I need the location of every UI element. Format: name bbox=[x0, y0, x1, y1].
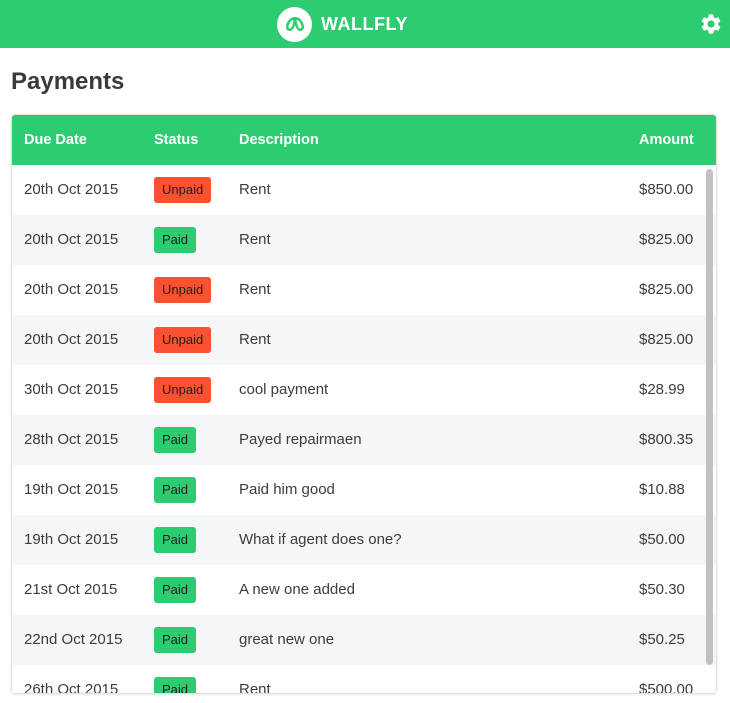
amount-cell: $50.30 bbox=[639, 581, 685, 598]
table-row[interactable]: 20th Oct 2015 Paid Rent $825.00 bbox=[12, 215, 716, 265]
due-date-cell: 28th Oct 2015 bbox=[24, 431, 119, 448]
due-date-cell: 26th Oct 2015 bbox=[24, 681, 119, 694]
table-row[interactable]: 30th Oct 2015 Unpaid cool payment $28.99 bbox=[12, 365, 716, 415]
brand-name: WALLFLY bbox=[321, 13, 408, 34]
amount-cell: $28.99 bbox=[639, 381, 685, 398]
due-date-cell: 19th Oct 2015 bbox=[24, 481, 119, 498]
wallfly-logo-icon bbox=[277, 6, 312, 42]
table-row[interactable]: 28th Oct 2015 Paid Payed repairmaen $800.35 bbox=[12, 415, 716, 465]
table-row[interactable]: 19th Oct 2015 Paid Paid him good $10.88 bbox=[12, 465, 716, 515]
amount-cell: $50.25 bbox=[639, 631, 685, 648]
amount-cell: $850.00 bbox=[639, 181, 694, 198]
table-row[interactable]: 22nd Oct 2015 Paid great new one $50.25 bbox=[12, 615, 716, 665]
amount-cell: $825.00 bbox=[639, 231, 694, 248]
description-cell: Rent bbox=[239, 181, 271, 198]
amount-cell: $50.00 bbox=[639, 531, 685, 548]
description-cell: What if agent does one? bbox=[239, 531, 402, 548]
status-badge: Unpaid bbox=[154, 377, 212, 403]
due-date-cell: 30th Oct 2015 bbox=[24, 381, 119, 398]
description-cell: Payed repairmaen bbox=[239, 431, 362, 448]
description-cell: Rent bbox=[239, 281, 271, 298]
description-cell: Paid him good bbox=[239, 481, 335, 498]
due-date-cell: 21st Oct 2015 bbox=[24, 581, 118, 598]
header-due-date[interactable]: Due Date bbox=[24, 132, 87, 148]
description-cell: Rent bbox=[239, 331, 271, 348]
table-header: Due Date Status Description Amount bbox=[12, 115, 716, 165]
header-status[interactable]: Status bbox=[154, 132, 198, 148]
page-title: Payments bbox=[11, 68, 125, 95]
description-cell: Rent bbox=[239, 231, 271, 248]
table-body: 20th Oct 2015 Unpaid Rent $850.00 20th Oct 2… bbox=[12, 165, 716, 694]
due-date-cell: 20th Oct 2015 bbox=[24, 181, 119, 198]
top-bar: WALLFLY bbox=[0, 0, 730, 48]
status-badge: Paid bbox=[154, 477, 197, 503]
vertical-scrollbar[interactable] bbox=[706, 169, 713, 665]
payments-table: Due Date Status Description Amount 20th … bbox=[11, 114, 717, 694]
amount-cell: $10.88 bbox=[639, 481, 685, 498]
status-badge: Unpaid bbox=[154, 327, 212, 353]
description-cell: A new one added bbox=[239, 581, 355, 598]
table-row[interactable]: 26th Oct 2015 Paid Rent $500.00 bbox=[12, 665, 716, 694]
header-description[interactable]: Description bbox=[239, 132, 319, 148]
status-badge: Paid bbox=[154, 227, 197, 253]
description-cell: cool payment bbox=[239, 381, 329, 398]
amount-cell: $825.00 bbox=[639, 281, 694, 298]
settings-gear-icon[interactable] bbox=[699, 12, 723, 36]
due-date-cell: 20th Oct 2015 bbox=[24, 331, 119, 348]
amount-cell: $800.35 bbox=[639, 431, 694, 448]
table-row[interactable]: 20th Oct 2015 Unpaid Rent $825.00 bbox=[12, 315, 716, 365]
due-date-cell: 20th Oct 2015 bbox=[24, 231, 119, 248]
status-badge: Unpaid bbox=[154, 177, 212, 203]
status-badge: Unpaid bbox=[154, 277, 212, 303]
table-row[interactable]: 20th Oct 2015 Unpaid Rent $850.00 bbox=[12, 165, 716, 215]
brand[interactable]: WALLFLY bbox=[277, 6, 408, 42]
status-badge: Paid bbox=[154, 427, 197, 453]
header-amount[interactable]: Amount bbox=[639, 132, 694, 148]
due-date-cell: 22nd Oct 2015 bbox=[24, 631, 123, 648]
status-badge: Paid bbox=[154, 677, 197, 693]
amount-cell: $500.00 bbox=[639, 681, 694, 694]
due-date-cell: 19th Oct 2015 bbox=[24, 531, 119, 548]
status-badge: Paid bbox=[154, 627, 197, 653]
status-badge: Paid bbox=[154, 527, 197, 553]
description-cell: Rent bbox=[239, 681, 271, 694]
table-row[interactable]: 21st Oct 2015 Paid A new one added $50.30 bbox=[12, 565, 716, 615]
table-row[interactable]: 20th Oct 2015 Unpaid Rent $825.00 bbox=[12, 265, 716, 315]
table-row[interactable]: 19th Oct 2015 Paid What if agent does one?… bbox=[12, 515, 716, 565]
status-badge: Paid bbox=[154, 577, 197, 603]
amount-cell: $825.00 bbox=[639, 331, 694, 348]
due-date-cell: 20th Oct 2015 bbox=[24, 281, 119, 298]
description-cell: great new one bbox=[239, 631, 335, 648]
